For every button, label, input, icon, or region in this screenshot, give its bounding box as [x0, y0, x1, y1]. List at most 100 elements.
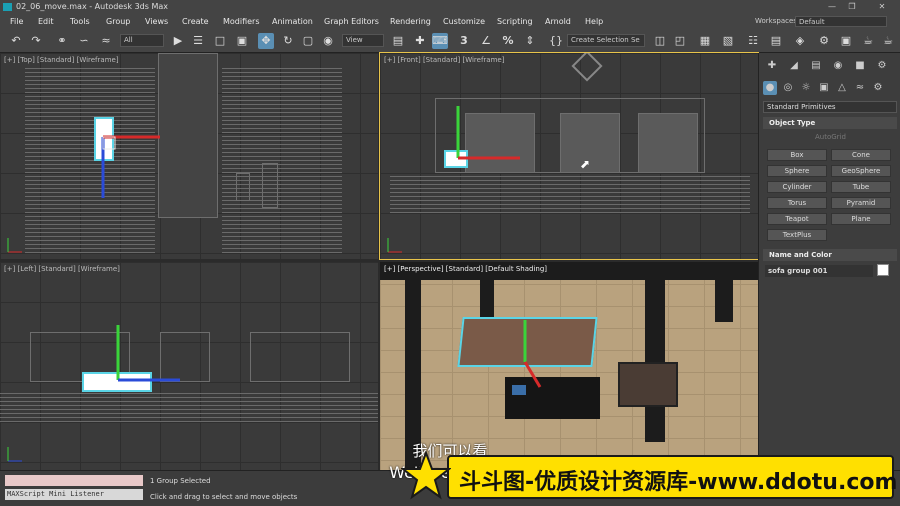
- percent-snap-icon[interactable]: %: [500, 33, 516, 49]
- menu-views[interactable]: Views: [145, 14, 168, 29]
- cameras-icon[interactable]: ▣: [817, 81, 831, 95]
- move-gizmo[interactable]: [90, 93, 180, 213]
- menu-tools[interactable]: Tools: [70, 14, 90, 29]
- placement-icon[interactable]: ◉: [320, 33, 336, 49]
- close-icon[interactable]: ✕: [872, 0, 892, 14]
- cone-button[interactable]: Cone: [831, 149, 891, 161]
- textplus-button[interactable]: TextPlus: [767, 229, 827, 241]
- rect-selection-icon[interactable]: □: [212, 33, 228, 49]
- angle-snap-icon[interactable]: ∠: [478, 33, 494, 49]
- lights-icon[interactable]: ☼: [799, 81, 813, 95]
- spacewarps-icon[interactable]: ≈: [853, 81, 867, 95]
- reference-coordinate-dropdown[interactable]: View: [342, 34, 384, 47]
- teapot-button[interactable]: Teapot: [767, 213, 827, 225]
- create-tab-icon[interactable]: ✚: [765, 59, 779, 73]
- menu-edit[interactable]: Edit: [38, 14, 54, 29]
- spinner-snap-icon[interactable]: ⇕: [522, 33, 538, 49]
- geosphere-button[interactable]: GeoSphere: [831, 165, 891, 177]
- tube-button[interactable]: Tube: [831, 181, 891, 193]
- viewport-top[interactable]: [+] [Top] [Standard] [Wireframe]: [0, 53, 378, 259]
- pivot-center-icon[interactable]: ▤: [390, 33, 406, 49]
- helpers-icon[interactable]: △: [835, 81, 849, 95]
- select-and-move-icon[interactable]: ✥: [258, 33, 274, 49]
- plane-button[interactable]: Plane: [831, 213, 891, 225]
- layer-explorer-icon[interactable]: ▦: [697, 33, 713, 49]
- minimize-icon[interactable]: —: [822, 0, 842, 14]
- display-tab-icon[interactable]: ■: [853, 59, 867, 73]
- menu-scripting[interactable]: Scripting: [497, 14, 533, 29]
- shapes-icon[interactable]: ◎: [781, 81, 795, 95]
- menu-rendering[interactable]: Rendering: [390, 14, 431, 29]
- menu-modifiers[interactable]: Modifiers: [223, 14, 260, 29]
- select-and-scale-icon[interactable]: ▢: [300, 33, 316, 49]
- viewport-label[interactable]: [+] [Left] [Standard] [Wireframe]: [4, 265, 120, 273]
- category-dropdown[interactable]: Standard Primitives: [763, 101, 897, 113]
- menu-graph-editors[interactable]: Graph Editors: [324, 14, 379, 29]
- move-gizmo[interactable]: [100, 317, 190, 397]
- viewport-label[interactable]: [+] [Perspective] [Standard] [Default Sh…: [384, 265, 547, 273]
- edit-named-selection-icon[interactable]: {}: [548, 33, 564, 49]
- snaps-toggle-icon[interactable]: 3: [456, 33, 472, 49]
- viewport-label[interactable]: [+] [Front] [Standard] [Wireframe]: [384, 56, 504, 64]
- cylinder-button[interactable]: Cylinder: [767, 181, 827, 193]
- hierarchy-tab-icon[interactable]: ▤: [809, 59, 823, 73]
- menu-arnold[interactable]: Arnold: [545, 14, 571, 29]
- mirror-icon[interactable]: ◫: [652, 33, 668, 49]
- workspaces-label: Workspaces:: [755, 17, 800, 25]
- menu-create[interactable]: Create: [182, 14, 209, 29]
- torus-button[interactable]: Torus: [767, 197, 827, 209]
- viewport-left[interactable]: [+] [Left] [Standard] [Wireframe]: [0, 262, 378, 470]
- maxscript-input[interactable]: [5, 475, 143, 486]
- schematic-view-icon[interactable]: ▤: [768, 33, 784, 49]
- object-color-swatch[interactable]: [877, 264, 889, 276]
- manipulate-icon[interactable]: ✚: [412, 33, 428, 49]
- name-and-color-rollout[interactable]: Name and Color: [763, 249, 897, 261]
- motion-tab-icon[interactable]: ◉: [831, 59, 845, 73]
- workspaces-dropdown[interactable]: Default: [795, 16, 887, 27]
- modify-tab-icon[interactable]: ◢: [787, 59, 801, 73]
- curve-editor-icon[interactable]: ☷: [745, 33, 761, 49]
- utilities-tab-icon[interactable]: ⚙: [875, 59, 889, 73]
- axis-tripod-icon: [387, 238, 402, 253]
- toggle-ribbon-icon[interactable]: ▧: [720, 33, 736, 49]
- select-object-icon[interactable]: ▶: [170, 33, 186, 49]
- restore-icon[interactable]: ❐: [842, 0, 862, 14]
- menu-help[interactable]: Help: [585, 14, 603, 29]
- window-crossing-icon[interactable]: ▣: [234, 33, 250, 49]
- render-production-icon[interactable]: ☕: [860, 33, 876, 49]
- viewport-front[interactable]: [+] [Front] [Standard] [Wireframe] ⬈: [379, 52, 759, 260]
- object-type-rollout[interactable]: Object Type: [763, 117, 897, 129]
- select-and-rotate-icon[interactable]: ↻: [280, 33, 296, 49]
- menu-animation[interactable]: Animation: [272, 14, 313, 29]
- select-by-name-icon[interactable]: ☰: [190, 33, 206, 49]
- maxscript-listener-label[interactable]: MAXScript Mini Listener: [5, 489, 143, 500]
- menu-customize[interactable]: Customize: [443, 14, 485, 29]
- render-iterative-icon[interactable]: ☕: [880, 33, 896, 49]
- bind-spacewarp-icon[interactable]: ≈: [98, 33, 114, 49]
- align-icon[interactable]: ◰: [672, 33, 688, 49]
- move-gizmo[interactable]: [450, 98, 540, 178]
- sphere-button[interactable]: Sphere: [767, 165, 827, 177]
- menu-group[interactable]: Group: [106, 14, 130, 29]
- link-icon[interactable]: ⚭: [54, 33, 70, 49]
- unlink-icon[interactable]: ∽: [76, 33, 92, 49]
- box-button[interactable]: Box: [767, 149, 827, 161]
- undo-icon[interactable]: ↶: [8, 33, 24, 49]
- rendered-frame-window-icon[interactable]: ▣: [838, 33, 854, 49]
- selection-filter-dropdown[interactable]: All: [120, 34, 164, 47]
- systems-icon[interactable]: ⚙: [871, 81, 885, 95]
- render-setup-icon[interactable]: ⚙: [816, 33, 832, 49]
- workspaces-selector[interactable]: Workspaces: Default: [755, 16, 890, 27]
- menu-file[interactable]: File: [10, 14, 23, 29]
- keyboard-shortcut-override-icon[interactable]: ⌨: [432, 33, 448, 49]
- geometry-icon[interactable]: ●: [763, 81, 777, 95]
- viewport-label[interactable]: [+] [Top] [Standard] [Wireframe]: [4, 56, 119, 64]
- material-editor-icon[interactable]: ◈: [792, 33, 808, 49]
- pyramid-button[interactable]: Pyramid: [831, 197, 891, 209]
- named-selection-set-dropdown[interactable]: Create Selection Se: [567, 34, 645, 47]
- redo-icon[interactable]: ↷: [28, 33, 44, 49]
- autogrid-checkbox[interactable]: AutoGrid: [815, 133, 846, 141]
- object-name-field[interactable]: sofa group 001: [765, 265, 873, 277]
- viewport-perspective[interactable]: [+] [Perspective] [Standard] [Default Sh…: [380, 262, 758, 470]
- move-gizmo[interactable]: [500, 312, 560, 402]
